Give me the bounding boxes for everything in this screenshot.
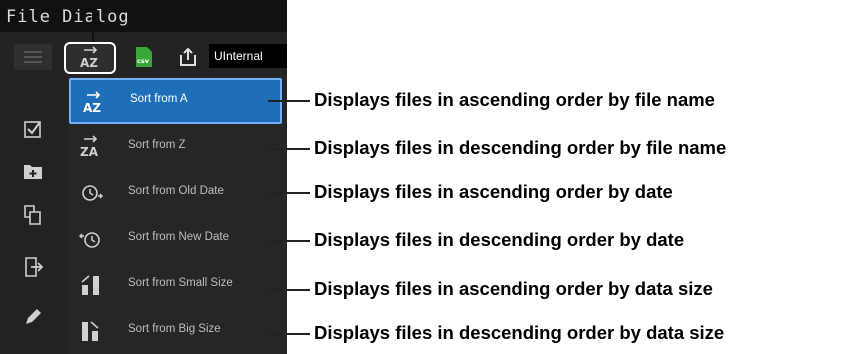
sort-item-old-date[interactable]: Sort from Old Date <box>68 170 287 216</box>
csv-file-icon: csv <box>136 47 152 67</box>
sort-item-new-date[interactable]: Sort from New Date <box>68 216 287 262</box>
move-icon[interactable] <box>22 256 44 278</box>
drive-label: UInternal <box>214 49 263 63</box>
sort-item-label: Sort from Big Size <box>128 323 221 335</box>
callout-line <box>268 240 310 242</box>
pointer-line <box>92 0 94 42</box>
callout-name-ascending: Displays files in ascending order by fil… <box>314 89 715 110</box>
menu-button[interactable] <box>14 44 52 70</box>
callout-line <box>268 333 310 335</box>
check-list-icon[interactable] <box>22 118 44 140</box>
svg-text:csv: csv <box>137 57 150 65</box>
sort-item-small-size[interactable]: Sort from Small Size <box>68 262 287 308</box>
menu-icon <box>24 51 42 63</box>
sort-item-name-descending[interactable]: ZA Sort from Z <box>68 124 287 170</box>
callout-line <box>268 148 310 150</box>
svg-text:AZ: AZ <box>83 101 101 115</box>
sort-item-big-size[interactable]: Sort from Big Size <box>68 308 287 354</box>
clock-backward-icon <box>78 226 104 252</box>
sort-item-name-ascending[interactable]: AZ Sort from A <box>69 78 282 124</box>
sort-za-icon: ZA <box>78 134 104 160</box>
new-folder-icon[interactable] <box>22 160 44 182</box>
sort-menu: AZ Sort from A ZA Sort from Z Sort from … <box>68 76 287 354</box>
callout-date-ascending: Displays files in ascending order by dat… <box>314 181 673 202</box>
sort-az-icon: AZ <box>80 46 98 70</box>
clock-forward-icon <box>78 180 104 206</box>
svg-text:ZA: ZA <box>80 145 99 159</box>
dialog-title: File Dialog <box>6 7 130 27</box>
callout-line <box>268 289 310 291</box>
export-icon <box>180 47 196 66</box>
sort-item-label: Sort from A <box>130 93 188 105</box>
sort-item-label: Sort from Old Date <box>128 185 224 197</box>
sidebar <box>0 76 68 354</box>
csv-button[interactable]: csv <box>134 44 154 70</box>
title-bar: File Dialog <box>0 0 287 32</box>
svg-text:AZ: AZ <box>80 56 98 70</box>
drive-select[interactable]: UInternal <box>209 44 287 68</box>
sort-az-icon: AZ <box>81 90 107 116</box>
callout-size-descending: Displays files in descending order by da… <box>314 322 725 343</box>
size-descending-icon <box>78 318 104 344</box>
callout-line <box>268 100 310 102</box>
sort-button[interactable]: AZ <box>64 42 116 74</box>
export-button[interactable] <box>176 44 200 70</box>
sort-item-label: Sort from Z <box>128 139 186 151</box>
callout-size-ascending: Displays files in ascending order by dat… <box>314 278 713 299</box>
rename-pencil-icon[interactable] <box>22 306 44 328</box>
callout-line <box>268 192 310 194</box>
callout-date-descending: Displays files in descending order by da… <box>314 229 685 250</box>
copy-icon[interactable] <box>22 204 44 226</box>
sort-item-label: Sort from New Date <box>128 231 229 243</box>
size-ascending-icon <box>78 272 104 298</box>
file-dialog: File Dialog AZ csv UInternal AZ Sort fro… <box>0 0 287 354</box>
sort-item-label: Sort from Small Size <box>128 277 233 289</box>
callout-name-descending: Displays files in descending order by fi… <box>314 137 727 158</box>
